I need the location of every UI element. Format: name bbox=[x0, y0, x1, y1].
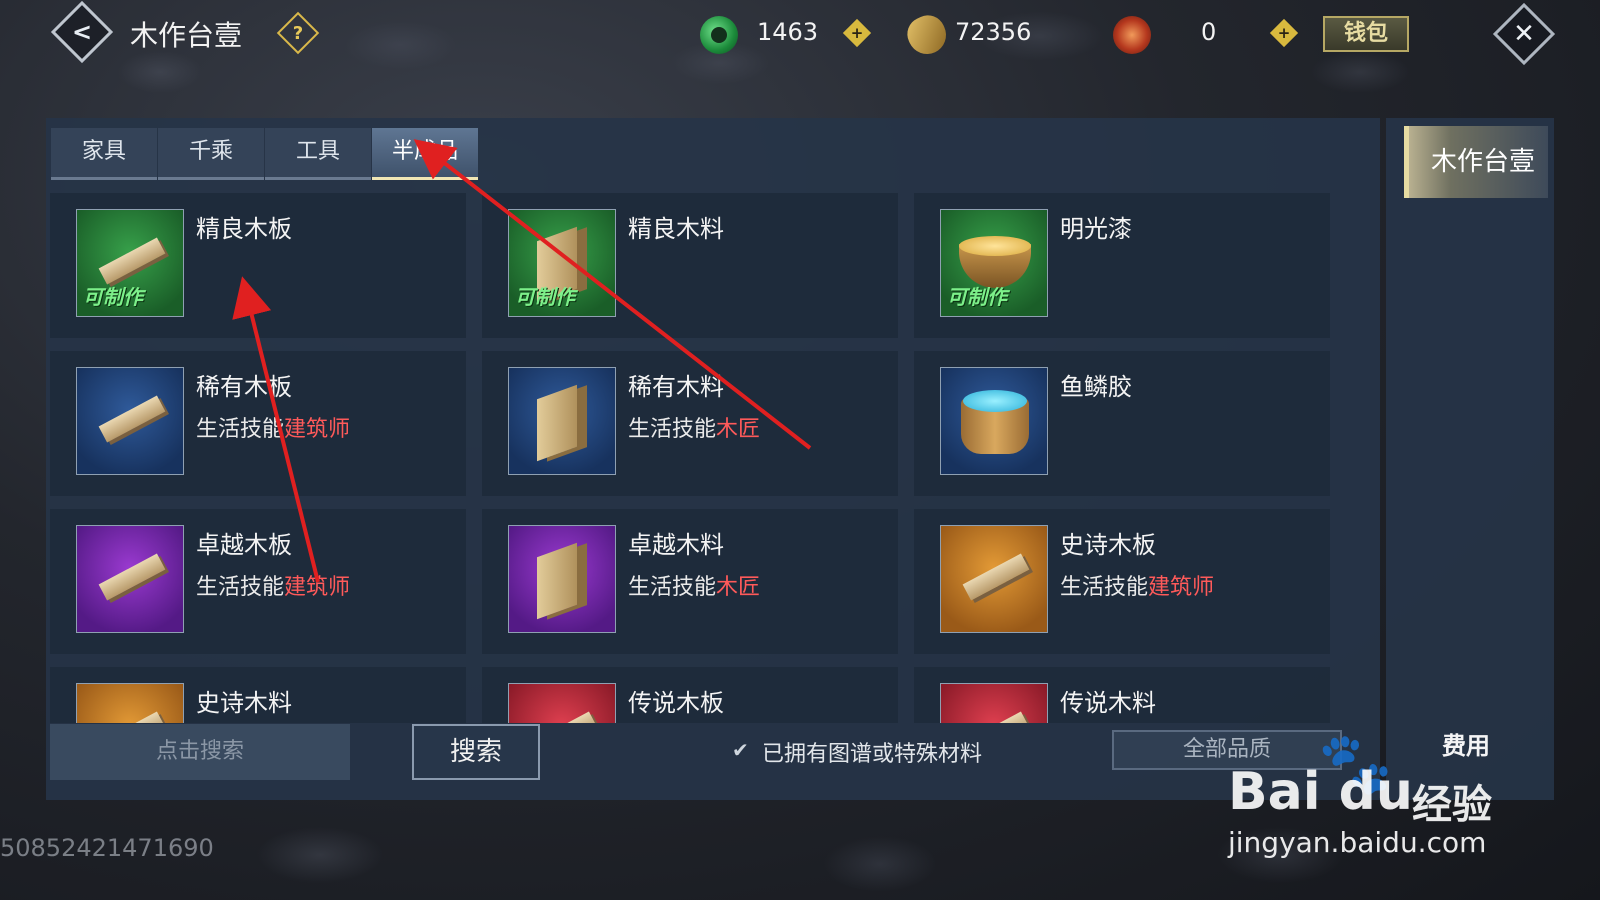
item-thumbnail bbox=[76, 683, 184, 723]
plank-icon bbox=[98, 237, 166, 285]
user-id-overlay: 50852421471690 bbox=[0, 834, 214, 862]
owned-recipes-filter-label[interactable]: 已拥有图谱或特殊材料 bbox=[762, 736, 982, 768]
craftable-label: 可制作 bbox=[947, 285, 1007, 309]
item-name: 传说木板 bbox=[628, 689, 724, 717]
item-name: 鱼鳞胶 bbox=[1060, 373, 1132, 401]
item-thumbnail bbox=[508, 525, 616, 633]
tab-furniture[interactable]: 家具 bbox=[51, 128, 157, 180]
checkbox-check-icon[interactable]: ✔ bbox=[732, 738, 756, 762]
item-name: 传说木料 bbox=[1060, 689, 1156, 717]
plank-icon bbox=[962, 711, 1030, 723]
skill-requirement: 生活技能建筑师 bbox=[1060, 575, 1215, 600]
ticket-currency-value: 0 bbox=[1201, 18, 1217, 46]
skill-requirement: 生活技能建筑师 bbox=[196, 417, 351, 442]
item-thumbnail bbox=[508, 367, 616, 475]
tab-tools[interactable]: 工具 bbox=[265, 128, 371, 180]
item-thumbnail: 可制作 bbox=[940, 209, 1048, 317]
wallet-button[interactable]: 钱包 bbox=[1323, 16, 1409, 52]
item-name: 卓越木料 bbox=[628, 531, 724, 559]
back-arrow-icon: < bbox=[71, 18, 93, 46]
item-name: 史诗木板 bbox=[1060, 531, 1156, 559]
block-icon bbox=[537, 542, 577, 620]
skill-requirement: 生活技能木匠 bbox=[628, 575, 761, 600]
item-thumbnail bbox=[76, 525, 184, 633]
item-card[interactable]: 史诗木板 生活技能建筑师 bbox=[914, 509, 1330, 654]
category-tabs: 家具 千乘 工具 半成品 bbox=[51, 128, 479, 180]
workbench-side-panel: 木作台壹 bbox=[1386, 118, 1554, 800]
watermark-brand: 经验 bbox=[1412, 782, 1492, 828]
item-card[interactable]: 卓越木板 生活技能建筑师 bbox=[50, 509, 466, 654]
watermark-badge: 费用 bbox=[1442, 732, 1490, 760]
item-card[interactable]: 可制作 明光漆 bbox=[914, 193, 1330, 338]
item-name: 卓越木板 bbox=[196, 531, 292, 559]
bucket-icon bbox=[961, 390, 1029, 454]
back-button[interactable]: < bbox=[50, 0, 114, 64]
block-icon bbox=[537, 384, 577, 462]
item-card[interactable]: 传说木板 bbox=[482, 667, 898, 723]
workbench-tab[interactable]: 木作台壹 bbox=[1404, 126, 1548, 198]
item-card[interactable]: 可制作 精良木板 bbox=[50, 193, 466, 338]
coin-currency-value: 72356 bbox=[955, 18, 1032, 46]
skill-requirement: 生活技能木匠 bbox=[628, 417, 761, 442]
item-name: 精良木料 bbox=[628, 215, 724, 243]
jade-currency-icon bbox=[700, 16, 738, 54]
item-thumbnail bbox=[76, 367, 184, 475]
item-card[interactable]: 稀有木板 生活技能建筑师 bbox=[50, 351, 466, 496]
craftable-label: 可制作 bbox=[515, 285, 575, 309]
item-name: 精良木板 bbox=[196, 215, 292, 243]
item-card[interactable]: 稀有木料 生活技能木匠 bbox=[482, 351, 898, 496]
watermark-logo: Bai du bbox=[1228, 762, 1413, 822]
page-title: 木作台壹 bbox=[130, 19, 243, 52]
item-name: 明光漆 bbox=[1060, 215, 1132, 243]
plank-icon bbox=[530, 711, 598, 723]
skill-requirement: 生活技能建筑师 bbox=[196, 575, 351, 600]
item-name: 稀有木板 bbox=[196, 373, 292, 401]
top-bar: < 木作台壹 ? 1463 + 72356 0 + 钱包 ✕ bbox=[0, 0, 1600, 70]
add-jade-icon[interactable]: + bbox=[842, 18, 872, 48]
item-thumbnail: 可制作 bbox=[76, 209, 184, 317]
item-card[interactable]: 鱼鳞胶 bbox=[914, 351, 1330, 496]
search-input[interactable]: 点击搜索 bbox=[50, 724, 350, 780]
add-ticket-icon[interactable]: + bbox=[1269, 18, 1299, 48]
item-card[interactable]: 史诗木料 bbox=[50, 667, 466, 723]
plank-icon bbox=[98, 553, 166, 601]
help-icon[interactable]: ? bbox=[276, 11, 320, 55]
item-thumbnail: 可制作 bbox=[508, 209, 616, 317]
craftable-label: 可制作 bbox=[83, 285, 143, 309]
plank-icon bbox=[98, 395, 166, 443]
tab-semi-finished[interactable]: 半成品 bbox=[372, 128, 478, 180]
coin-currency-icon bbox=[901, 9, 953, 61]
ticket-currency-icon bbox=[1113, 16, 1151, 54]
jade-currency-value: 1463 bbox=[757, 18, 819, 46]
item-thumbnail bbox=[508, 683, 616, 723]
item-thumbnail bbox=[940, 525, 1048, 633]
plank-icon bbox=[98, 711, 166, 723]
item-card[interactable]: 传说木料 bbox=[914, 667, 1330, 723]
crafting-panel: 家具 千乘 工具 半成品 可制作 精良木板 可制作 精良木料 可制作 明光漆 稀… bbox=[46, 118, 1380, 800]
item-name: 史诗木料 bbox=[196, 689, 292, 717]
close-icon: ✕ bbox=[1513, 19, 1535, 49]
search-button[interactable]: 搜索 bbox=[412, 724, 540, 780]
tab-chariot[interactable]: 千乘 bbox=[158, 128, 264, 180]
item-name: 稀有木料 bbox=[628, 373, 724, 401]
item-card[interactable]: 可制作 精良木料 bbox=[482, 193, 898, 338]
watermark-url: jingyan.baidu.com bbox=[1228, 826, 1487, 859]
item-thumbnail bbox=[940, 367, 1048, 475]
item-thumbnail bbox=[940, 683, 1048, 723]
item-grid: 可制作 精良木板 可制作 精良木料 可制作 明光漆 稀有木板 生活技能建筑师 稀… bbox=[50, 193, 1348, 723]
item-card[interactable]: 卓越木料 生活技能木匠 bbox=[482, 509, 898, 654]
plank-icon bbox=[962, 553, 1030, 601]
close-button[interactable]: ✕ bbox=[1492, 2, 1556, 66]
